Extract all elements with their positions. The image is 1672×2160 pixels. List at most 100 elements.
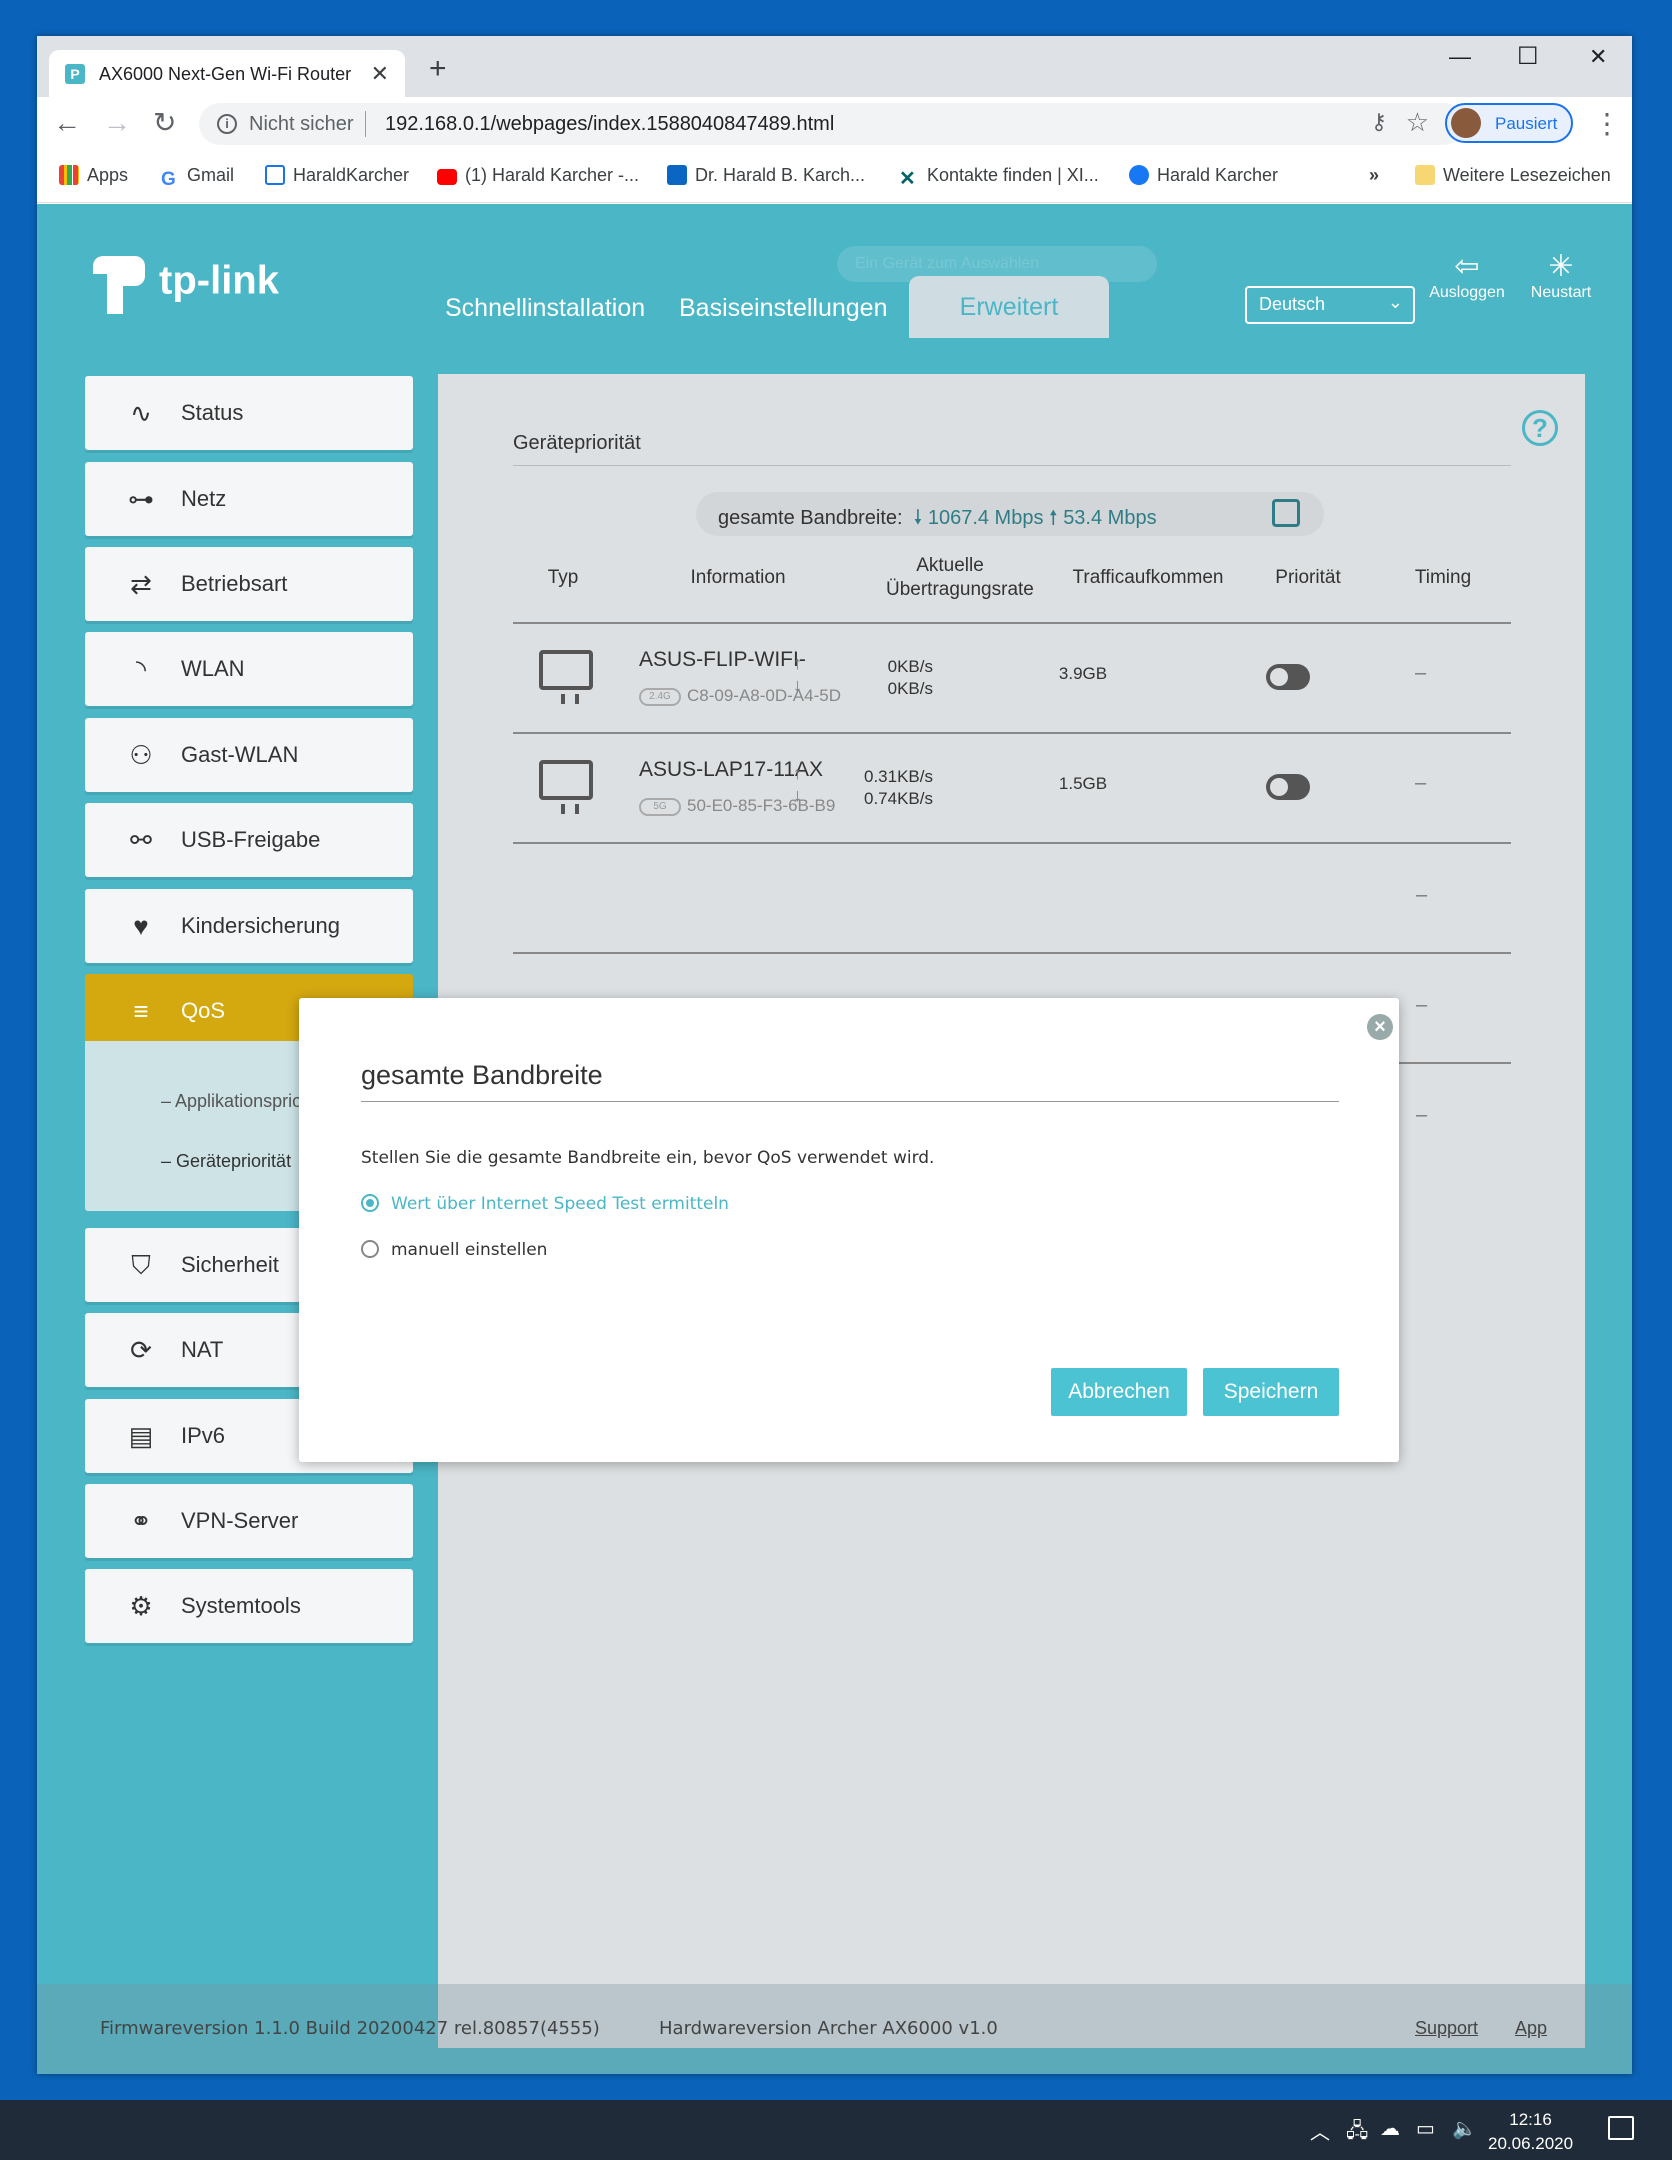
sidebar-item-gast-wlan[interactable]: ⚇ Gast-WLAN xyxy=(85,718,413,792)
key-icon[interactable]: ⚷ xyxy=(1371,109,1387,135)
bookmark-star-icon[interactable]: ☆ xyxy=(1406,107,1429,138)
display-icon[interactable]: ▭ xyxy=(1416,2116,1435,2141)
maximize-icon[interactable]: ☐ xyxy=(1517,42,1539,71)
bookmark-haraldkarcher[interactable]: HaraldKarcher xyxy=(265,165,409,186)
page-title: Gerätepriorität xyxy=(513,432,641,454)
window-close-icon[interactable]: ✕ xyxy=(1589,44,1607,70)
info-icon[interactable]: i xyxy=(217,114,237,134)
sidebar-item-usb[interactable]: ⚯ USB-Freigabe xyxy=(85,803,413,877)
save-button[interactable]: Speichern xyxy=(1203,1368,1339,1416)
rate-up: 0KB/s xyxy=(887,657,933,676)
sidebar-item-betriebsart[interactable]: ⇄ Betriebsart xyxy=(85,547,413,621)
band-badge: 2.4G xyxy=(639,688,681,706)
bookmark-gmail[interactable]: G Gmail xyxy=(161,165,234,190)
profile-button[interactable]: Pausiert xyxy=(1445,103,1573,143)
bookmark-linkedin[interactable]: Dr. Harald B. Karch... xyxy=(667,165,865,186)
help-icon[interactable]: ? xyxy=(1522,410,1558,446)
radio-speedtest[interactable]: Wert über Internet Speed Test ermitteln xyxy=(361,1194,729,1214)
forward-arrow-icon[interactable]: → xyxy=(103,109,131,137)
device-timing: – xyxy=(1415,772,1427,794)
bookmark-xing[interactable]: ✕ Kontakte finden | XI... xyxy=(899,165,1099,189)
bookmark-label: Dr. Harald B. Karch... xyxy=(695,165,866,185)
priority-toggle[interactable] xyxy=(1266,664,1310,690)
network-tray-icon[interactable]: 🖧 xyxy=(1346,2116,1368,2150)
sidebar-item-kindersicherung[interactable]: ♥ Kindersicherung xyxy=(85,889,413,963)
mode-switch-icon: ⇄ xyxy=(130,569,152,599)
dialog-close-icon[interactable]: × xyxy=(1367,1014,1393,1040)
nav-quick-setup[interactable]: Schnellinstallation xyxy=(445,294,645,323)
col-timing: Timing xyxy=(1414,567,1472,588)
reload-icon[interactable]: ↻ xyxy=(153,109,176,137)
firmware-version: Firmwareversion 1.1.0 Build 20200427 rel… xyxy=(100,2018,600,2039)
radio-label: Wert über Internet Speed Test ermitteln xyxy=(391,1194,729,1214)
usb-icon: ⚯ xyxy=(130,825,152,855)
app-link[interactable]: App xyxy=(1515,2018,1547,2039)
brand-name: tp-link xyxy=(159,258,279,303)
nav-advanced[interactable]: Erweitert xyxy=(909,276,1109,338)
tray-expand-icon[interactable]: ︿ xyxy=(1310,2116,1330,2145)
minimize-icon[interactable]: — xyxy=(1449,44,1471,70)
notification-icon[interactable] xyxy=(1608,2116,1634,2140)
sidebar-item-label: VPN-Server xyxy=(181,1508,299,1533)
apps-grid-icon xyxy=(59,165,79,185)
sidebar-item-label: NAT xyxy=(181,1337,224,1362)
sidebar-item-label: QoS xyxy=(181,998,226,1023)
col-rate: Aktuelle Übertragungsrate xyxy=(886,555,1034,600)
radio-manual[interactable]: manuell einstellen xyxy=(361,1240,547,1260)
bandwidth-label: gesamte Bandbreite: xyxy=(718,507,903,529)
sidebar-item-label: WLAN xyxy=(181,656,245,681)
volume-icon[interactable]: 🔈 xyxy=(1452,2116,1477,2141)
support-link[interactable]: Support xyxy=(1415,2018,1478,2039)
logout-icon: ⇦ xyxy=(1454,250,1480,283)
cancel-button[interactable]: Abbrechen xyxy=(1051,1368,1187,1416)
device-rate: 0.31KB/s 0.74KB/s xyxy=(813,766,933,810)
back-arrow-icon[interactable]: ← xyxy=(53,109,81,137)
rate-down: 0.74KB/s xyxy=(864,789,933,808)
clock-date: 20.06.2020 xyxy=(1488,2134,1574,2153)
up-down-arrow-icon: ↑ ↓ xyxy=(793,763,802,805)
cloud-icon[interactable]: ☁ xyxy=(1380,2116,1400,2141)
sidebar-item-vpn[interactable]: ⚭ VPN-Server xyxy=(85,1484,413,1558)
qos-icon: ≡ xyxy=(133,996,149,1026)
sidebar-item-systemtools[interactable]: ⚙ Systemtools xyxy=(85,1569,413,1643)
dialog-divider xyxy=(361,1101,1339,1102)
bookmark-facebook[interactable]: Harald Karcher xyxy=(1129,165,1278,186)
address-bar[interactable]: i Nicht sicher 192.168.0.1/webpages/inde… xyxy=(199,103,1465,145)
table-row xyxy=(513,844,1511,954)
nav-basic[interactable]: Basiseinstellungen xyxy=(679,294,887,323)
sidebar-item-label: Sicherheit xyxy=(181,1252,279,1277)
windows-taskbar: ︿ 🖧 ☁ ▭ 🔈 12:16 20.06.2020 xyxy=(0,2100,1672,2160)
sidebar-item-label: Gast-WLAN xyxy=(181,742,299,767)
tab-close-icon[interactable]: ✕ xyxy=(371,61,389,87)
other-bookmarks-folder[interactable]: Weitere Lesezeichen xyxy=(1415,165,1611,186)
tab-strip: P AX6000 Next-Gen Wi-Fi Router ✕ + — ☐ ✕ xyxy=(37,36,1632,97)
ipv6-icon: ▤ xyxy=(128,1421,154,1451)
upload-arrow-icon: 🠕 xyxy=(1049,507,1058,529)
edit-bandwidth-icon[interactable] xyxy=(1272,499,1300,527)
router-admin-page: tp-link Ein Gerät zum Auswählen Schnelli… xyxy=(37,204,1632,2074)
bookmark-label: HaraldKarcher xyxy=(293,165,410,185)
submenu-geraeteprioritaet[interactable]: – Gerätepriorität xyxy=(161,1151,291,1172)
rate-up: 0.31KB/s xyxy=(864,767,933,786)
logout-button[interactable]: ⇦ Ausloggen xyxy=(1429,250,1505,302)
menu-kebab-icon[interactable]: ⋮ xyxy=(1593,107,1621,140)
sidebar-item-status[interactable]: ∿ Status xyxy=(85,376,413,450)
sidebar-item-label: Systemtools xyxy=(181,1593,301,1618)
url-text[interactable]: 192.168.0.1/webpages/index.1588040847489… xyxy=(385,113,834,136)
taskbar-clock[interactable]: 12:16 20.06.2020 xyxy=(1488,2108,1573,2156)
bookmark-apps[interactable]: Apps xyxy=(59,165,128,186)
dialog-description: Stellen Sie die gesamte Bandbreite ein, … xyxy=(361,1148,935,1168)
reboot-button[interactable]: ✳ Neustart xyxy=(1511,250,1611,302)
new-tab-button[interactable]: + xyxy=(429,54,447,84)
bookmark-label: Apps xyxy=(87,165,129,185)
col-traffic: Trafficaufkommen xyxy=(1072,567,1224,588)
priority-toggle[interactable] xyxy=(1266,774,1310,800)
browser-tab[interactable]: P AX6000 Next-Gen Wi-Fi Router ✕ xyxy=(49,50,405,97)
language-select[interactable]: Deutsch ⌄ xyxy=(1245,286,1415,324)
sidebar-item-netz[interactable]: ⊶ Netz xyxy=(85,462,413,536)
bookmark-youtube[interactable]: (1) Harald Karcher -... xyxy=(437,165,639,186)
tab-title: AX6000 Next-Gen Wi-Fi Router xyxy=(99,64,352,84)
bookmarks-overflow-button[interactable]: » xyxy=(1369,165,1379,186)
sidebar-item-wlan[interactable]: ◝ WLAN xyxy=(85,632,413,706)
up-down-arrow-icon: ↑ ↓ xyxy=(793,653,802,695)
